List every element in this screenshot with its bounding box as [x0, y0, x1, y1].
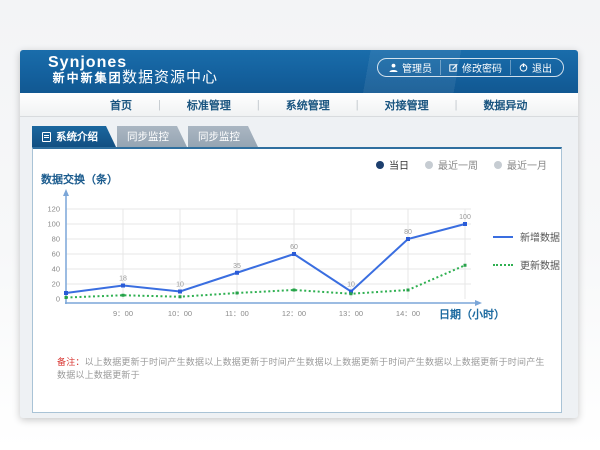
- data-point-marker: [293, 289, 296, 292]
- footnote-prefix: 备注：: [57, 357, 85, 367]
- nav-item[interactable]: 对接管理: [359, 97, 455, 113]
- data-point-label: 18: [119, 276, 127, 283]
- data-point-label: 10: [347, 282, 355, 289]
- x-axis-title: 日期（小时）: [439, 306, 505, 322]
- brand-logo-en: Synjones: [48, 54, 127, 72]
- data-point-marker: [236, 292, 239, 295]
- radio-dot-icon: [376, 161, 384, 169]
- user-action-label: 退出: [532, 60, 552, 75]
- x-tick-label: 10：00: [168, 309, 192, 318]
- data-point-label: 10: [176, 282, 184, 289]
- page-title: 数据资源中心: [122, 66, 218, 87]
- y-axis-arrow-icon: [63, 189, 69, 196]
- data-point-marker: [178, 290, 182, 294]
- user-action-修改密码[interactable]: 修改密码: [440, 60, 502, 75]
- y-tick-label: 40: [52, 265, 60, 274]
- radio-dot-icon: [425, 161, 433, 169]
- nav-item[interactable]: 系统管理: [260, 97, 356, 113]
- brand-logo-cn: 新中新集团: [48, 72, 127, 85]
- tab-同步监控[interactable]: 同步监控: [188, 126, 258, 147]
- brand-logo: Synjones 新中新集团: [48, 54, 127, 85]
- x-tick-label: 14：00: [396, 309, 420, 318]
- time-filter-group: 当日 最近一周 最近一月: [376, 157, 547, 172]
- legend-item-新增数据[interactable]: 新增数据: [493, 229, 560, 244]
- user-action-label: 管理员: [402, 60, 432, 75]
- user-toolbar: 管理员 修改密码 退出: [377, 58, 564, 77]
- app-header: Synjones 新中新集团 数据资源中心 管理员 修改密码 退出: [20, 50, 578, 93]
- legend-line-sample: [493, 264, 513, 266]
- y-tick-label: 20: [52, 280, 60, 289]
- time-filter-当日[interactable]: 当日: [376, 157, 409, 172]
- user-icon: [389, 63, 398, 72]
- app-window: Synjones 新中新集团 数据资源中心 管理员 修改密码 退出 首页|标准管理|…: [20, 50, 578, 418]
- time-filter-最近一月[interactable]: 最近一月: [494, 157, 547, 172]
- data-point-marker: [235, 271, 239, 275]
- tab-同步监控[interactable]: 同步监控: [117, 126, 187, 147]
- time-filter-label: 当日: [389, 157, 409, 172]
- x-tick-label: 9：00: [113, 309, 133, 318]
- footnote: 备注：以上数据更新于时间产生数据以上数据更新于时间产生数据以上数据更新于时间产生…: [57, 355, 553, 381]
- data-point-marker: [64, 291, 68, 295]
- tab-label: 同步监控: [198, 129, 240, 144]
- edit-icon: [449, 63, 458, 72]
- data-point-marker: [407, 289, 410, 292]
- x-tick-label: 11：00: [225, 309, 249, 318]
- time-filter-label: 最近一周: [438, 157, 478, 172]
- user-action-退出[interactable]: 退出: [510, 60, 552, 75]
- tab-label: 系统介绍: [56, 129, 98, 144]
- legend-label: 更新数据: [520, 257, 560, 272]
- y-tick-label: 60: [52, 250, 60, 259]
- nav-item[interactable]: 数据异动: [457, 97, 553, 113]
- data-point-marker: [350, 292, 353, 295]
- y-tick-label: 120: [47, 205, 60, 214]
- tab-label: 同步监控: [127, 129, 169, 144]
- main-nav: 首页|标准管理|系统管理|对接管理|数据异动: [20, 93, 578, 117]
- x-tick-label: 13：00: [339, 309, 363, 318]
- content-card: 当日 最近一周 最近一月 数据交换（条） 0 20 40 60 80 100 120 9：00 10…: [32, 147, 562, 413]
- x-tick-label: 12：00: [282, 309, 306, 318]
- tab-bar: 系统介绍 同步监控 同步监控: [32, 126, 259, 147]
- doc-icon: [42, 132, 51, 142]
- data-point-label: 60: [290, 244, 298, 251]
- legend-line-sample: [493, 236, 513, 238]
- user-action-管理员[interactable]: 管理员: [389, 60, 432, 75]
- footnote-text: 以上数据更新于时间产生数据以上数据更新于时间产生数据以上数据更新于时间产生数据以…: [57, 357, 545, 380]
- radio-dot-icon: [494, 161, 502, 169]
- data-point-marker: [122, 294, 125, 297]
- y-tick-label: 100: [47, 220, 60, 229]
- data-point-marker: [179, 295, 182, 298]
- legend-item-更新数据[interactable]: 更新数据: [493, 257, 560, 272]
- data-point-marker: [65, 296, 68, 299]
- data-point-label: 100: [459, 214, 471, 221]
- data-point-marker: [406, 237, 410, 241]
- chart-legend: 新增数据更新数据: [493, 229, 560, 285]
- power-icon: [519, 63, 528, 72]
- time-filter-最近一周[interactable]: 最近一周: [425, 157, 478, 172]
- nav-item[interactable]: 首页: [84, 97, 158, 113]
- y-axis-title: 数据交换（条）: [41, 171, 118, 187]
- legend-label: 新增数据: [520, 229, 560, 244]
- y-tick-label: 80: [52, 235, 60, 244]
- time-filter-label: 最近一月: [507, 157, 547, 172]
- y-tick-label: 0: [56, 295, 60, 304]
- data-point-label: 80: [404, 229, 412, 236]
- data-point-marker: [464, 264, 467, 267]
- user-action-label: 修改密码: [462, 60, 502, 75]
- tab-系统介绍[interactable]: 系统介绍: [32, 126, 116, 147]
- data-point-marker: [292, 252, 296, 256]
- data-point-marker: [463, 222, 467, 226]
- nav-item[interactable]: 标准管理: [161, 97, 257, 113]
- data-point-label: 35: [233, 263, 241, 270]
- data-point-marker: [121, 284, 125, 288]
